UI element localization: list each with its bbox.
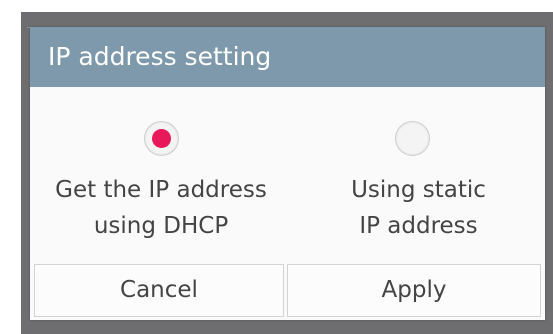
dialog-title: IP address setting xyxy=(48,42,272,71)
dhcp-option[interactable]: Get the IP address using DHCP xyxy=(30,87,292,264)
apply-button[interactable]: Apply xyxy=(287,264,541,317)
dhcp-label-line-2: using DHCP xyxy=(93,213,229,239)
static-ip-label-line-1: Using static xyxy=(351,177,486,203)
radio-selected-dot-icon xyxy=(152,129,171,148)
dhcp-radio-button[interactable] xyxy=(144,121,179,156)
cancel-button[interactable]: Cancel xyxy=(34,264,284,317)
dialog-title-bar: IP address setting xyxy=(30,27,545,87)
static-ip-option-label: Using static IP address xyxy=(292,172,545,244)
ip-address-dialog: IP address setting Get the IP address us… xyxy=(30,27,545,320)
static-ip-option[interactable]: Using static IP address xyxy=(292,87,545,264)
static-ip-label-line-2: IP address xyxy=(359,213,478,239)
static-ip-radio-button[interactable] xyxy=(395,121,430,156)
dhcp-option-label: Get the IP address using DHCP xyxy=(30,172,292,244)
dhcp-label-line-1: Get the IP address xyxy=(55,177,267,203)
